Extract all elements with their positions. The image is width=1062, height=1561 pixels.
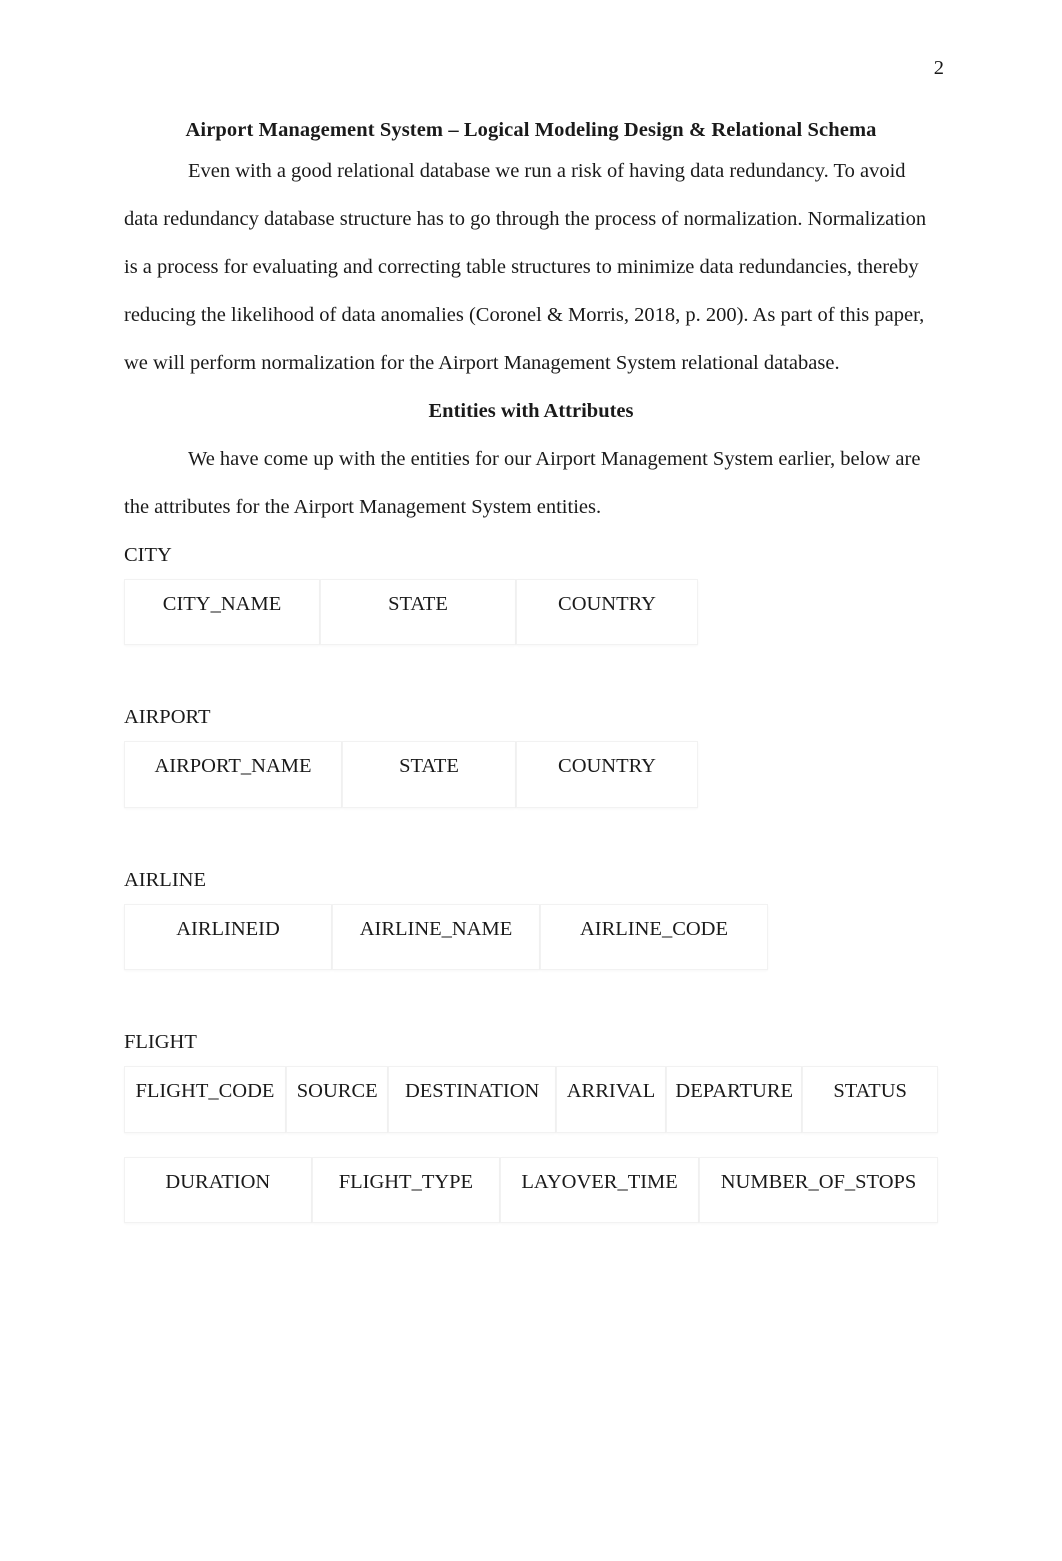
attribute-table-airline-wrap: AIRLINEID AIRLINE_NAME AIRLINE_CODE xyxy=(124,903,938,970)
attribute-cell: LAYOVER_TIME xyxy=(500,1156,700,1223)
attribute-table-flight-row1: FLIGHT_CODE SOURCE DESTINATION ARRIVAL D… xyxy=(124,1066,938,1133)
entity-label-airline: AIRLINE xyxy=(124,868,206,891)
attribute-cell: ARRIVAL xyxy=(555,1066,667,1133)
attribute-cell: AIRLINE_NAME xyxy=(332,903,540,970)
attribute-cell: COUNTRY xyxy=(516,578,698,645)
vertical-spacer xyxy=(124,808,938,856)
attribute-cell: DESTINATION xyxy=(388,1066,556,1133)
attribute-cell: DEPARTURE xyxy=(666,1066,803,1133)
paragraph-normalization-text: Even with a good relational database we … xyxy=(124,159,927,374)
vertical-spacer xyxy=(124,1133,938,1157)
attribute-cell: AIRLINEID xyxy=(124,903,332,970)
paragraph-entities: We have come up with the entities for ou… xyxy=(124,435,938,531)
attribute-cell: NUMBER_OF_STOPS xyxy=(699,1156,938,1223)
attribute-table-city: CITY_NAME STATE COUNTRY xyxy=(124,578,698,645)
attribute-table-airport: AIRPORT_NAME STATE COUNTRY xyxy=(124,741,698,808)
attribute-cell: CITY_NAME xyxy=(124,578,320,645)
section-heading-entities-with-attributes: Entities with Attributes xyxy=(428,399,634,422)
table-row: AIRPORT_NAME STATE COUNTRY xyxy=(124,741,698,808)
attribute-cell: FLIGHT_TYPE xyxy=(311,1156,501,1223)
paragraph-normalization: Even with a good relational database we … xyxy=(124,147,938,387)
table-row: FLIGHT_CODE SOURCE DESTINATION ARRIVAL D… xyxy=(124,1066,938,1133)
attribute-cell: FLIGHT_CODE xyxy=(124,1066,286,1133)
table-row: CITY_NAME STATE COUNTRY xyxy=(124,578,698,645)
attribute-cell: STATUS xyxy=(802,1066,938,1133)
attribute-table-airline: AIRLINEID AIRLINE_NAME AIRLINE_CODE xyxy=(124,903,768,970)
attribute-cell: AIRLINE_CODE xyxy=(540,903,768,970)
attribute-table-city-wrap: CITY_NAME STATE COUNTRY xyxy=(124,578,938,645)
attribute-cell: AIRPORT_NAME xyxy=(124,741,342,808)
attribute-table-flight-wrap: FLIGHT_CODE SOURCE DESTINATION ARRIVAL D… xyxy=(124,1066,938,1223)
attribute-cell: DURATION xyxy=(124,1156,312,1223)
attribute-cell: COUNTRY xyxy=(516,741,698,808)
attribute-table-flight-row2: DURATION FLIGHT_TYPE LAYOVER_TIME NUMBER… xyxy=(124,1156,938,1223)
attribute-cell: STATE xyxy=(342,741,516,808)
attribute-table-airport-wrap: AIRPORT_NAME STATE COUNTRY xyxy=(124,741,938,808)
entity-label-city: CITY xyxy=(124,543,172,566)
paragraph-entities-text: We have come up with the entities for ou… xyxy=(124,447,921,518)
table-row: DURATION FLIGHT_TYPE LAYOVER_TIME NUMBER… xyxy=(124,1156,938,1223)
table-row: AIRLINEID AIRLINE_NAME AIRLINE_CODE xyxy=(124,903,768,970)
attribute-cell: STATE xyxy=(320,578,516,645)
document-content: Airport Management System – Logical Mode… xyxy=(124,120,938,1223)
entity-label-airport: AIRPORT xyxy=(124,706,211,728)
page-number: 2 xyxy=(933,57,944,79)
page-title: Airport Management System – Logical Mode… xyxy=(185,119,877,141)
vertical-spacer xyxy=(124,970,938,1018)
document-page: 2 Airport Management System – Logical Mo… xyxy=(0,0,1062,1561)
attribute-cell: SOURCE xyxy=(285,1066,389,1133)
entity-label-flight: FLIGHT xyxy=(124,1031,197,1053)
vertical-spacer xyxy=(124,645,938,693)
